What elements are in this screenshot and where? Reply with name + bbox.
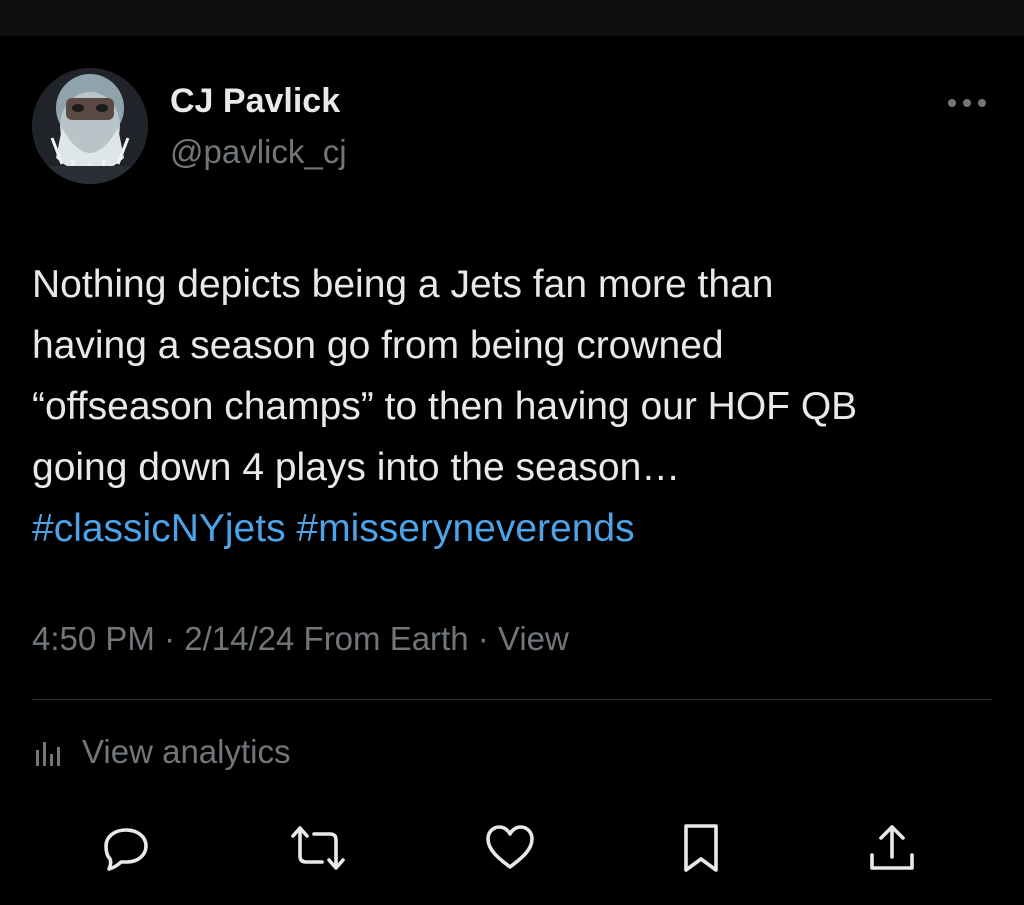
tweet-text: Nothing depicts being a Jets fan more th… bbox=[32, 254, 1000, 559]
like-button[interactable] bbox=[482, 820, 538, 876]
view-analytics-label: View analytics bbox=[82, 733, 291, 770]
share-button[interactable] bbox=[864, 820, 920, 876]
display-name[interactable]: CJ Pavlick bbox=[170, 82, 340, 121]
separator: · bbox=[164, 620, 176, 657]
reply-icon bbox=[104, 828, 148, 871]
share-icon bbox=[870, 825, 914, 870]
tweet-line: “offseason champs” to then having our HO… bbox=[32, 385, 858, 428]
user-handle[interactable]: @pavlick_cj bbox=[170, 133, 347, 171]
more-options-button[interactable] bbox=[942, 86, 992, 120]
hashtag-link[interactable]: #misseryneverends bbox=[296, 507, 634, 550]
separator: · bbox=[477, 620, 489, 657]
tweet-line: going down 4 plays into the season… bbox=[32, 446, 681, 489]
reply-button[interactable] bbox=[98, 820, 154, 876]
divider bbox=[32, 699, 992, 700]
repost-button[interactable] bbox=[290, 820, 346, 876]
view-link[interactable]: View bbox=[498, 620, 569, 657]
top-bar bbox=[0, 0, 1024, 36]
action-bar bbox=[0, 820, 1024, 876]
avatar-image bbox=[32, 68, 148, 184]
heart-icon bbox=[486, 825, 534, 869]
tweet-line: having a season go from being crowned bbox=[32, 324, 724, 367]
tweet-time: 4:50 PM bbox=[32, 620, 155, 657]
tweet-line: Nothing depicts being a Jets fan more th… bbox=[32, 263, 774, 306]
hashtag-line: #classicNYjets #misseryneverends bbox=[32, 498, 1000, 559]
more-icon bbox=[948, 99, 986, 107]
tweet-location: From Earth bbox=[303, 620, 469, 657]
hashtag-link[interactable]: #classicNYjets bbox=[32, 507, 286, 550]
bookmark-icon bbox=[684, 824, 718, 872]
tweet-metadata: 4:50 PM · 2/14/24 From Earth · View bbox=[32, 620, 569, 658]
tweet-date: 2/14/24 bbox=[184, 620, 295, 657]
bookmark-button[interactable] bbox=[673, 820, 729, 876]
repost-icon bbox=[291, 826, 345, 870]
view-analytics-button[interactable]: View analytics bbox=[32, 729, 291, 775]
analytics-icon bbox=[32, 736, 64, 768]
avatar[interactable] bbox=[32, 68, 148, 184]
